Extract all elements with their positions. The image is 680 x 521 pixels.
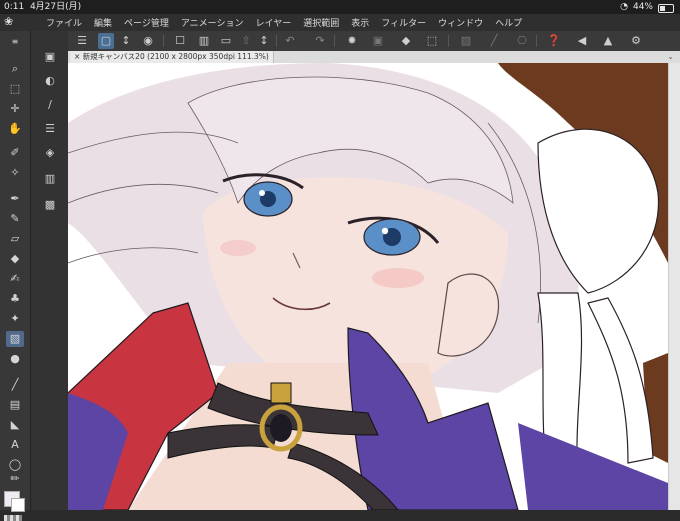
snap-icon[interactable]: ╱ [486, 33, 502, 49]
vertical-scrollbar[interactable] [668, 63, 680, 510]
menu-items: ファイル 編集 ページ管理 アニメーション レイヤー 選択範囲 表示 フィルター… [40, 14, 528, 31]
menu-selection[interactable]: 選択範囲 [297, 16, 345, 29]
help-icon[interactable]: ❓ [546, 33, 562, 49]
battery-fill [660, 5, 665, 11]
fill-icon[interactable]: ◆ [398, 33, 414, 49]
menu-layer[interactable]: レイヤー [250, 16, 298, 29]
color-palette-icon[interactable]: ◐ [41, 73, 59, 89]
brush-tool-icon[interactable]: ✍ [6, 271, 24, 287]
status-time: 0:11 [4, 2, 25, 12]
battery-percent: 44% [632, 2, 653, 12]
canvas-tab-title: 新規キャンバス20 (2100 x 2800px 350dpi 111.3%) [82, 52, 269, 61]
updown2-icon[interactable]: ↕ [256, 33, 272, 49]
left-eye-highlight [259, 190, 265, 196]
status-date: 4月27日(月) [29, 2, 82, 12]
eraser-tool-icon[interactable]: ▱ [6, 231, 24, 247]
hide-selection-icon[interactable]: ▨ [458, 33, 474, 49]
separator [448, 35, 449, 47]
app-logo-icon[interactable]: ❀ [4, 16, 16, 28]
menu-animation[interactable]: アニメーション [175, 16, 250, 29]
select-tool-icon[interactable]: ⬚ [6, 81, 24, 97]
layers-icon[interactable]: ◈ [41, 145, 59, 161]
export-icon[interactable]: ⇧ [238, 33, 254, 49]
choker-buckle [270, 382, 292, 404]
menu-window[interactable]: ウィンドウ [432, 16, 489, 29]
snapshot-icon[interactable]: ◉ [140, 33, 156, 49]
edit-icon[interactable]: ⎔ [514, 33, 530, 49]
new-page-icon[interactable]: ☐ [172, 33, 188, 49]
navigator-icon[interactable]: ▥ [41, 171, 59, 187]
blend-tool-icon[interactable]: ✦ [6, 311, 24, 327]
subtool-palette-icon[interactable]: ▣ [41, 49, 59, 65]
artwork-canvas[interactable] [68, 63, 668, 510]
menu-filter[interactable]: フィルター [375, 16, 432, 29]
magic-wand-tool-icon[interactable]: ✧ [6, 165, 24, 181]
open-icon[interactable]: ▥ [196, 33, 212, 49]
battery-icon [658, 3, 674, 13]
menu-icon[interactable]: ☰ [74, 33, 90, 49]
right-eye-highlight [381, 227, 389, 235]
drops-tool-icon[interactable]: ● [6, 351, 24, 367]
undo-icon[interactable]: ↶ [282, 33, 298, 49]
frame-tool-icon[interactable]: ▤ [6, 397, 24, 413]
separator [334, 35, 335, 47]
fill-tool-icon[interactable]: ◆ [6, 251, 24, 267]
save-icon[interactable]: ▭ [218, 33, 234, 49]
separator [536, 35, 537, 47]
settings-icon[interactable]: ⚙ [628, 33, 644, 49]
panel-grip-icon[interactable]: ≡ [6, 34, 24, 50]
decoration-tool-icon[interactable]: ♣ [6, 291, 24, 307]
close-tab-icon[interactable]: × [74, 52, 80, 61]
pen-tool-icon[interactable]: ✒ [6, 191, 24, 207]
menu-bar: ❀ ファイル 編集 ページ管理 アニメーション レイヤー 選択範囲 表示 フィル… [0, 14, 680, 32]
blush [372, 268, 424, 288]
status-time-date: 0:11 4月27日(月) [4, 0, 81, 14]
zoom-tool-icon[interactable]: ⌕ [6, 61, 24, 77]
layer-properties-icon[interactable]: ☰ [41, 121, 59, 137]
menu-view[interactable]: 表示 [345, 16, 375, 29]
tool-palette: ≡ ⌕ ⬚ ✛ ✋ ✐ ✧ ✒ ✎ ▱ ◆ ✍ ♣ ✦ ▧ ● ╱ ▤ ◣ A … [0, 31, 31, 521]
eyedropper-tool-icon[interactable]: ✐ [6, 145, 24, 161]
menu-page[interactable]: ページ管理 [118, 16, 175, 29]
canvas-size-icon[interactable]: ▢ [98, 33, 114, 49]
separator [163, 35, 164, 47]
palette-bar: ▣ ◐ ∕ ☰ ◈ ▥ ▩ [31, 31, 69, 510]
redo-icon[interactable]: ↷ [312, 33, 328, 49]
gradient-tool-icon[interactable]: ▧ [6, 331, 24, 347]
separator [276, 35, 277, 47]
menu-edit[interactable]: 編集 [88, 16, 118, 29]
transform-icon[interactable]: ⬚ [424, 33, 440, 49]
system-status-bar: 0:11 4月27日(月) ◔ 44% [0, 0, 680, 14]
chevron-down-icon[interactable]: ⌄ [667, 51, 674, 63]
canvas-tab[interactable]: × 新規キャンバス20 (2100 x 2800px 350dpi 111.3%… [70, 51, 274, 63]
updown-icon[interactable]: ↕ [118, 33, 134, 49]
menu-file[interactable]: ファイル [40, 16, 88, 29]
flip-horizontal-icon[interactable]: ◀ [574, 33, 590, 49]
transparent-color-swatch[interactable] [4, 515, 22, 521]
line-tool-icon[interactable]: ╱ [6, 377, 24, 393]
text-tool-icon[interactable]: A [6, 437, 24, 453]
move-tool-icon[interactable]: ✛ [6, 101, 24, 117]
clear-icon[interactable]: ▣ [370, 33, 386, 49]
status-indicators: ◔ 44% [620, 0, 674, 14]
brush-size-icon[interactable]: ∕ [41, 97, 59, 113]
blush [220, 240, 256, 256]
wifi-icon: ◔ [620, 2, 628, 12]
menu-help[interactable]: ヘルプ [489, 16, 528, 29]
material-icon[interactable]: ▩ [41, 197, 59, 213]
pencil-tool-icon[interactable]: ✎ [6, 211, 24, 227]
command-bar: ☰ ▢ ↕ ◉ ☐ ▥ ▭ ⇧ ↕ ↶ ↷ ✸ ▣ ◆ ⬚ ▨ ╱ ⎔ ❓ ◀ … [68, 31, 680, 52]
correction-tool-icon[interactable]: ✏ [6, 471, 24, 487]
loading-icon[interactable]: ✸ [344, 33, 360, 49]
flip-vertical-icon[interactable]: ▲ [600, 33, 616, 49]
ruler-tool-icon[interactable]: ◣ [6, 417, 24, 433]
hand-tool-icon[interactable]: ✋ [6, 121, 24, 137]
choker-gem [270, 414, 292, 442]
